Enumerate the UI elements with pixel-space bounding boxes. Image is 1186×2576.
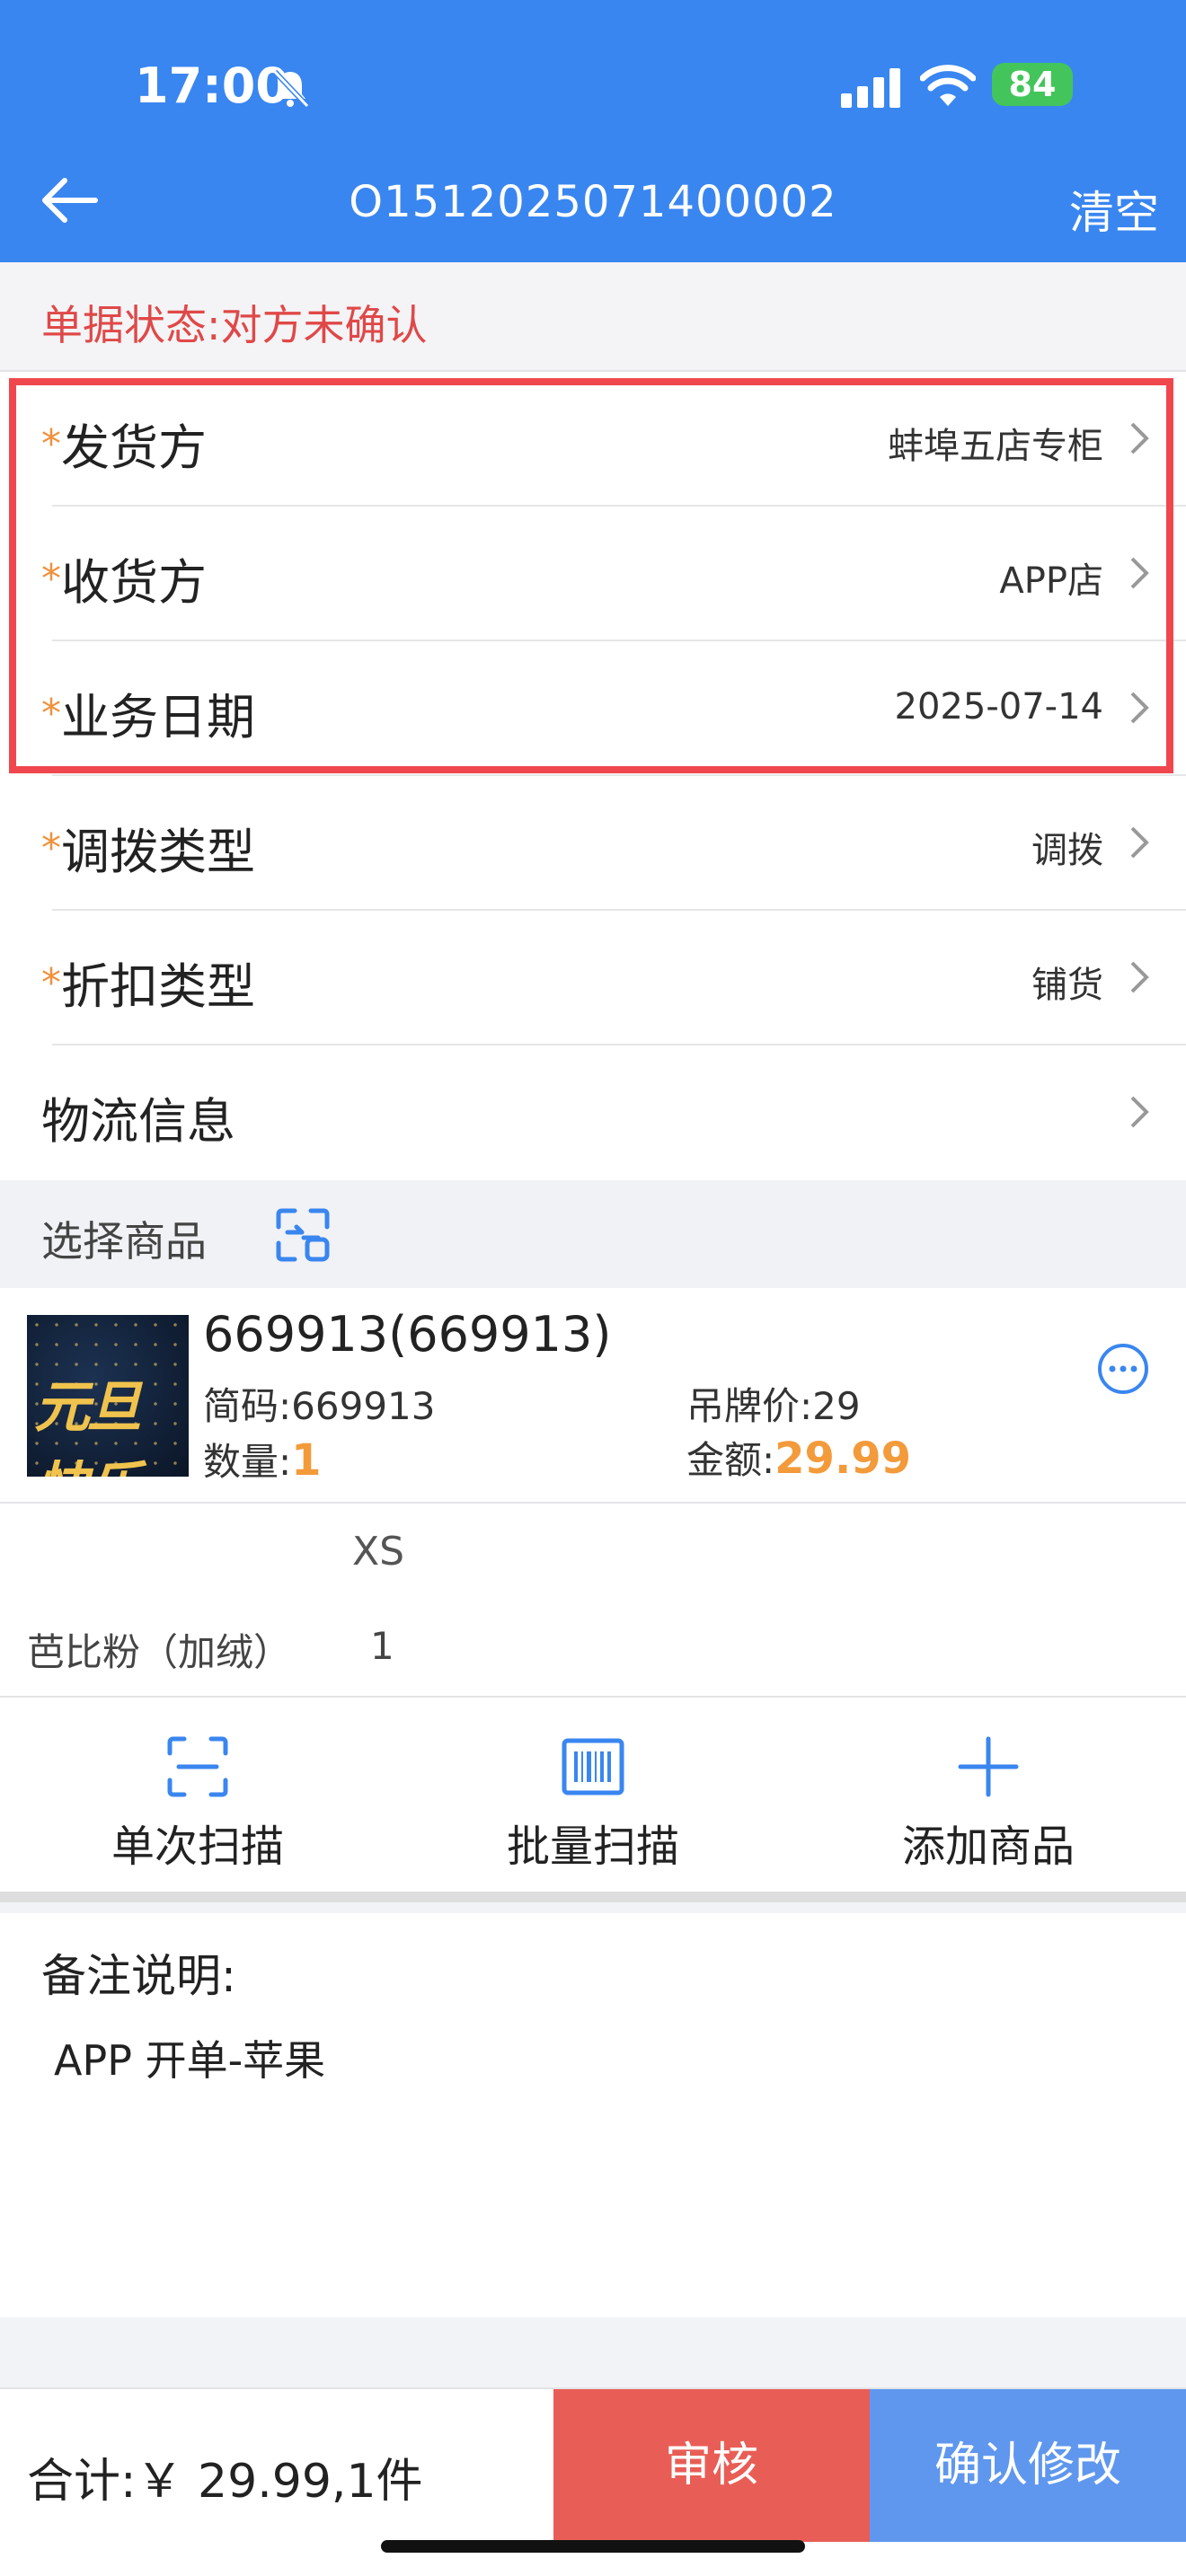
document-status-row: 单据状态:对方未确认 <box>0 262 1186 372</box>
quantity-label: 数量: <box>203 1440 292 1484</box>
batch-scan-button[interactable]: 批量扫描 <box>395 1698 791 1892</box>
remark-label: 备注说明: <box>41 1950 236 2002</box>
product-code: 简码:669913 <box>203 1376 436 1431</box>
row-value: 调拨 <box>1031 830 1103 871</box>
size-grid: XS 芭比粉（加绒） 1 <box>0 1504 1186 1698</box>
nav-bar: O1512025071400002 清空 <box>0 157 1186 247</box>
more-options-icon[interactable] <box>1096 1342 1150 1396</box>
page-title: O1512025071400002 <box>349 177 837 227</box>
plus-icon <box>958 1736 1019 1797</box>
row-label-text: 调拨类型 <box>61 824 255 880</box>
clear-button[interactable]: 清空 <box>1069 177 1159 242</box>
tag-price-label: 吊牌价: <box>686 1384 813 1428</box>
action-bar: 单次扫描 批量扫描 添加商品 <box>0 1698 1186 1902</box>
app-screen: 17:00 84 O1512025071400002 清空 单据状态:对方未确认… <box>0 0 1186 2576</box>
row-value: 铺货 <box>1031 965 1103 1006</box>
size-quantity-cell[interactable]: 1 <box>370 1624 394 1668</box>
audit-button[interactable]: 审核 <box>553 2389 870 2542</box>
document-status-text: 单据状态:对方未确认 <box>41 301 428 349</box>
product-code-value: 669913 <box>291 1384 436 1428</box>
product-tag-price: 吊牌价:29 <box>686 1376 861 1431</box>
row-transfer-type[interactable]: *调拨类型 调拨 <box>0 776 1186 911</box>
row-label-text: 物流信息 <box>41 1093 235 1150</box>
remark-section[interactable]: 备注说明: APP 开单-苹果 <box>0 1913 1186 2317</box>
action-label: 添加商品 <box>901 1822 1075 1872</box>
chevron-right-icon <box>1130 826 1149 859</box>
row-discount-type[interactable]: *折扣类型 铺货 <box>0 911 1186 1045</box>
row-label: *折扣类型 <box>41 947 255 1018</box>
product-code-label: 简码: <box>203 1384 292 1428</box>
cellular-signal-icon <box>841 68 900 108</box>
amount-label: 金额: <box>686 1438 775 1482</box>
row-label: *调拨类型 <box>41 812 255 883</box>
quantity-value: 1 <box>291 1435 322 1486</box>
product-quantity: 数量:1 <box>203 1432 322 1486</box>
action-label: 批量扫描 <box>506 1822 679 1872</box>
status-time: 17:00 <box>135 57 289 114</box>
thumbnail-text: 元旦快乐 <box>34 1374 142 1477</box>
required-mark: * <box>41 825 61 871</box>
product-card[interactable]: 元旦快乐 669913(669913) 简码:669913 吊牌价:29 数量:… <box>0 1288 1186 1504</box>
color-name: 芭比粉（加绒） <box>27 1630 292 1674</box>
wifi-icon <box>920 65 976 106</box>
battery-indicator: 84 <box>992 63 1073 106</box>
product-thumbnail: 元旦快乐 <box>27 1315 189 1477</box>
product-name: 669913(669913) <box>203 1306 612 1363</box>
section-title: 选择商品 <box>41 1217 207 1266</box>
chevron-right-icon <box>1130 1096 1149 1128</box>
tag-price-value: 29 <box>812 1384 861 1428</box>
add-product-button[interactable]: 添加商品 <box>791 1698 1186 1892</box>
required-mark: * <box>41 960 61 1006</box>
status-bar: 17:00 84 <box>0 54 1186 117</box>
row-label: 物流信息 <box>41 1081 235 1152</box>
single-scan-button[interactable]: 单次扫描 <box>0 1698 395 1892</box>
size-header: XS <box>352 1529 405 1575</box>
amount-value: 29.99 <box>774 1434 911 1484</box>
product-amount: 金额:29.99 <box>686 1430 911 1485</box>
header: 17:00 84 O1512025071400002 清空 <box>0 0 1186 262</box>
scan-frame-icon <box>167 1736 228 1797</box>
barcode-icon <box>562 1738 624 1795</box>
switch-scan-icon[interactable] <box>275 1207 331 1263</box>
row-logistics[interactable]: 物流信息 <box>0 1045 1186 1180</box>
remark-text[interactable]: APP 开单-苹果 <box>54 2028 325 2087</box>
bell-muted-icon <box>272 69 310 109</box>
highlight-box <box>9 378 1173 773</box>
row-label-text: 折扣类型 <box>61 958 255 1015</box>
confirm-edit-button[interactable]: 确认修改 <box>870 2389 1186 2542</box>
select-products-section: 选择商品 <box>0 1180 1186 1288</box>
home-indicator <box>381 2540 805 2553</box>
chevron-right-icon <box>1130 961 1149 993</box>
total-summary: 合计:￥ 29.99,1件 <box>27 2455 423 2509</box>
action-label: 单次扫描 <box>111 1822 284 1872</box>
